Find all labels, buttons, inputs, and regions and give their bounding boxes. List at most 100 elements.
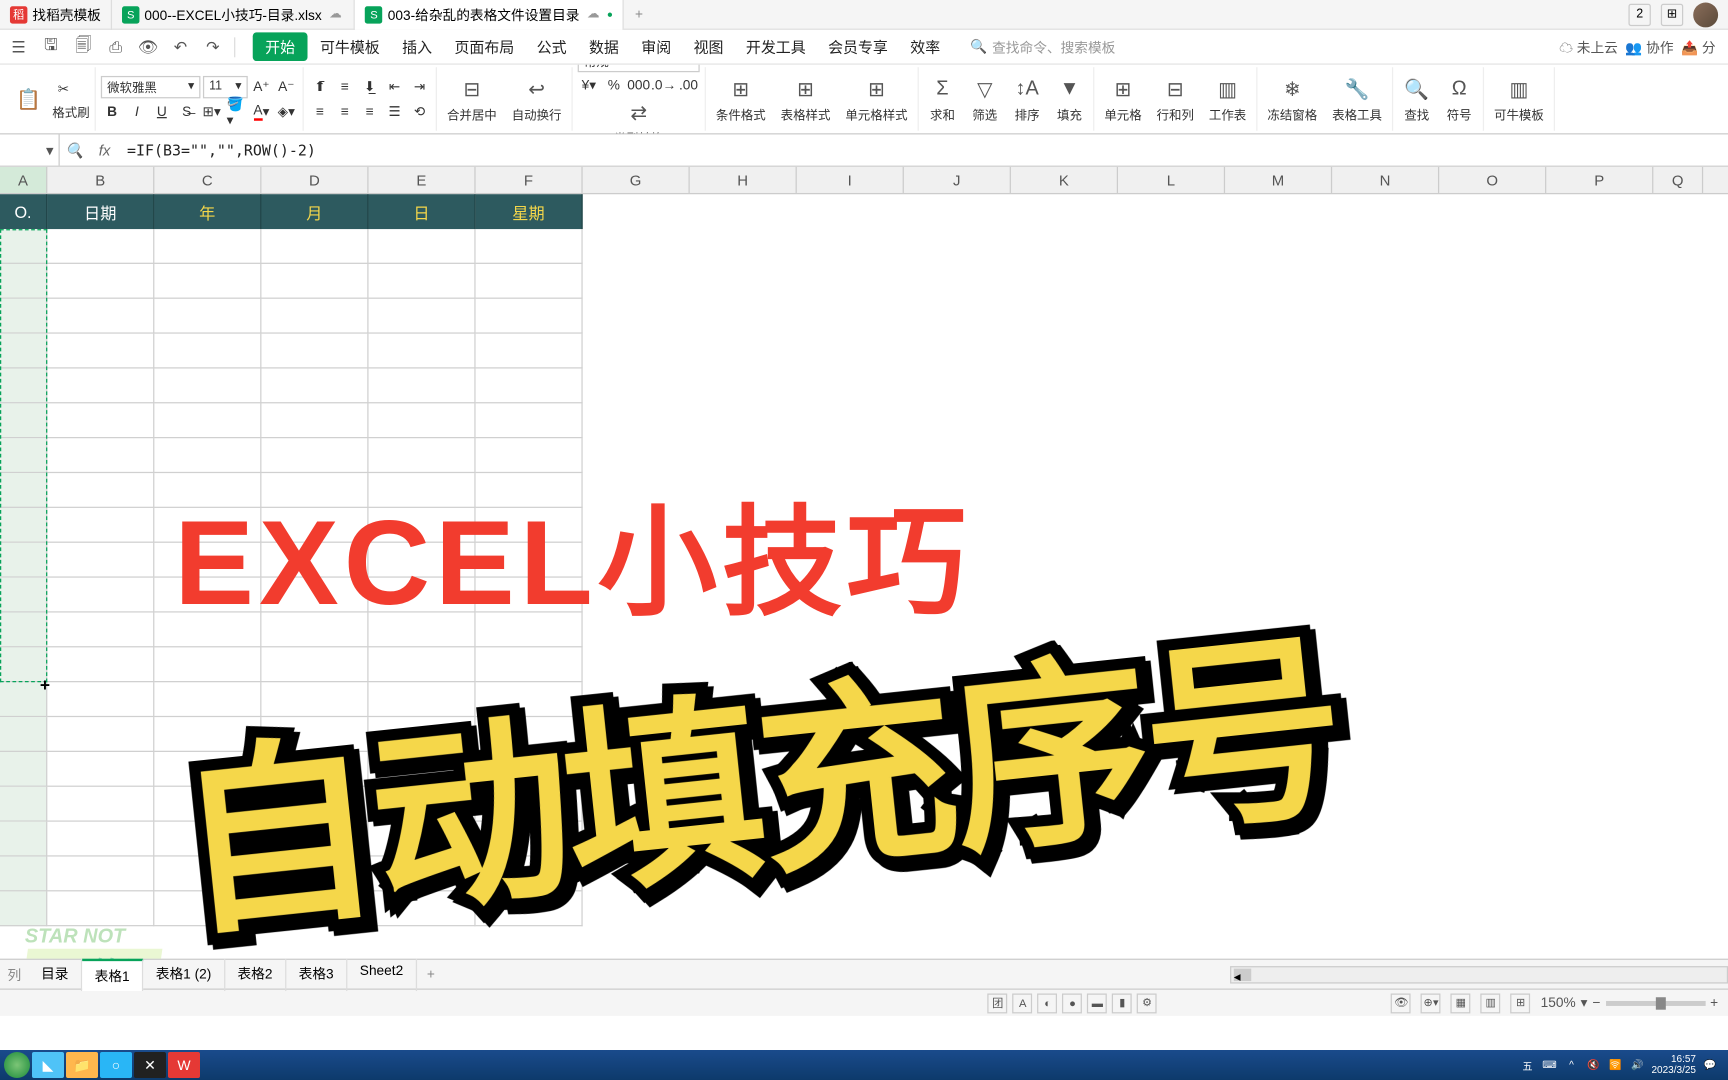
menu-insert[interactable]: 插入 bbox=[392, 31, 442, 62]
table-header-cell[interactable]: 日期 bbox=[47, 194, 154, 229]
currency-icon[interactable]: ¥▾ bbox=[578, 74, 600, 96]
rowcol-button[interactable]: ⊟行和列 bbox=[1152, 73, 1199, 125]
cell[interactable] bbox=[0, 229, 47, 264]
column-header-E[interactable]: E bbox=[369, 167, 476, 193]
cell[interactable] bbox=[47, 857, 154, 892]
cell[interactable] bbox=[261, 891, 368, 926]
cell[interactable] bbox=[154, 369, 261, 404]
cell[interactable] bbox=[369, 787, 476, 822]
search-input[interactable]: 🔍 查找命令、搜索模板 bbox=[970, 37, 1115, 57]
tray-icon[interactable]: 🔇 bbox=[1586, 1057, 1602, 1073]
cell[interactable] bbox=[261, 334, 368, 369]
cell[interactable] bbox=[369, 229, 476, 264]
cell[interactable] bbox=[0, 369, 47, 404]
font-color-button[interactable]: A▾ bbox=[250, 100, 272, 122]
cell[interactable] bbox=[369, 822, 476, 857]
align-bot-icon[interactable]: ⬇̲ bbox=[359, 75, 381, 97]
taskbar-app[interactable]: ◣ bbox=[32, 1052, 64, 1078]
type-convert-button[interactable]: ⇄类型转换 bbox=[609, 96, 669, 134]
sheet-tab[interactable]: 表格3 bbox=[286, 958, 347, 990]
indent-dec-icon[interactable]: ⇤ bbox=[383, 75, 405, 97]
menu-eff[interactable]: 效率 bbox=[900, 31, 950, 62]
sheet-tab[interactable]: 表格2 bbox=[225, 958, 286, 990]
cell[interactable] bbox=[0, 403, 47, 438]
cell[interactable] bbox=[369, 403, 476, 438]
add-tab-button[interactable]: + bbox=[624, 7, 654, 22]
sheet-tab[interactable]: 表格1 (2) bbox=[143, 958, 225, 990]
cell[interactable] bbox=[261, 752, 368, 787]
italic-button[interactable]: I bbox=[126, 100, 148, 122]
cell[interactable] bbox=[0, 264, 47, 299]
menu-template[interactable]: 可牛模板 bbox=[310, 31, 390, 62]
menu-view[interactable]: 视图 bbox=[684, 31, 734, 62]
cell[interactable] bbox=[476, 229, 583, 264]
menu-formula[interactable]: 公式 bbox=[527, 31, 577, 62]
name-box[interactable]: ▾ bbox=[0, 134, 60, 165]
coop-button[interactable]: 👥 协作 bbox=[1625, 37, 1673, 57]
print-icon[interactable]: ⎙ bbox=[102, 33, 129, 60]
cell[interactable] bbox=[261, 822, 368, 857]
column-header-I[interactable]: I bbox=[797, 167, 904, 193]
start-button[interactable] bbox=[4, 1052, 30, 1078]
cell[interactable] bbox=[261, 613, 368, 648]
status-icon[interactable]: ● bbox=[1063, 993, 1083, 1013]
cell[interactable] bbox=[369, 543, 476, 578]
undo-icon[interactable]: ↶ bbox=[167, 33, 194, 60]
cell[interactable] bbox=[476, 647, 583, 682]
column-header-P[interactable]: P bbox=[1546, 167, 1653, 193]
cell[interactable] bbox=[47, 438, 154, 473]
cell[interactable] bbox=[261, 717, 368, 752]
tab-daoke[interactable]: 稻 找稻壳模板 bbox=[0, 0, 112, 29]
percent-icon[interactable]: % bbox=[603, 74, 625, 96]
cell[interactable] bbox=[47, 473, 154, 508]
align-center-icon[interactable]: ≡ bbox=[334, 100, 356, 122]
cell[interactable] bbox=[154, 334, 261, 369]
view-normal-icon[interactable]: ▦ bbox=[1451, 993, 1471, 1013]
cell[interactable] bbox=[154, 299, 261, 334]
cell[interactable] bbox=[476, 613, 583, 648]
cell[interactable] bbox=[154, 787, 261, 822]
cell[interactable] bbox=[47, 613, 154, 648]
cell[interactable] bbox=[476, 473, 583, 508]
sum-button[interactable]: Σ求和 bbox=[924, 73, 961, 125]
strike-button[interactable]: S̶ bbox=[176, 100, 198, 122]
cell[interactable] bbox=[476, 822, 583, 857]
cell[interactable] bbox=[154, 508, 261, 543]
cell[interactable] bbox=[0, 857, 47, 892]
merge-center-button[interactable]: ⊟合并居中 bbox=[442, 73, 502, 125]
cell[interactable] bbox=[369, 717, 476, 752]
cell[interactable] bbox=[0, 891, 47, 926]
menu-icon[interactable]: ☰ bbox=[5, 33, 32, 60]
cell[interactable] bbox=[476, 299, 583, 334]
grid-icon[interactable]: ⊞ bbox=[1661, 3, 1683, 25]
indent-inc-icon[interactable]: ⇥ bbox=[408, 75, 430, 97]
cut-icon[interactable]: ✂ bbox=[52, 78, 74, 100]
cell[interactable] bbox=[47, 334, 154, 369]
menu-vip[interactable]: 会员专享 bbox=[818, 31, 898, 62]
taskbar-app[interactable]: ✕ bbox=[134, 1052, 166, 1078]
column-header-L[interactable]: L bbox=[1118, 167, 1225, 193]
cell[interactable] bbox=[369, 438, 476, 473]
align-mid-icon[interactable]: ≡ bbox=[334, 75, 356, 97]
cell[interactable] bbox=[369, 299, 476, 334]
column-header-K[interactable]: K bbox=[1011, 167, 1118, 193]
status-icon[interactable]: ▮ bbox=[1112, 993, 1132, 1013]
column-header-B[interactable]: B bbox=[47, 167, 154, 193]
cell[interactable] bbox=[476, 857, 583, 892]
cell[interactable] bbox=[47, 264, 154, 299]
sheet-tab[interactable]: 目录 bbox=[29, 958, 83, 990]
fill-button[interactable]: ▼填充 bbox=[1051, 73, 1088, 125]
cell[interactable] bbox=[476, 891, 583, 926]
cell[interactable] bbox=[261, 229, 368, 264]
column-header-A[interactable]: A bbox=[0, 167, 47, 193]
table-header-cell[interactable]: O. bbox=[0, 194, 47, 229]
cell[interactable] bbox=[154, 682, 261, 717]
column-header-F[interactable]: F bbox=[476, 167, 583, 193]
cell[interactable] bbox=[154, 822, 261, 857]
cell[interactable] bbox=[261, 647, 368, 682]
cells-button[interactable]: ⊞单元格 bbox=[1099, 73, 1146, 125]
table-header-cell[interactable]: 月 bbox=[261, 194, 368, 229]
cell[interactable] bbox=[369, 264, 476, 299]
cell[interactable] bbox=[261, 857, 368, 892]
table-header-cell[interactable]: 年 bbox=[154, 194, 261, 229]
